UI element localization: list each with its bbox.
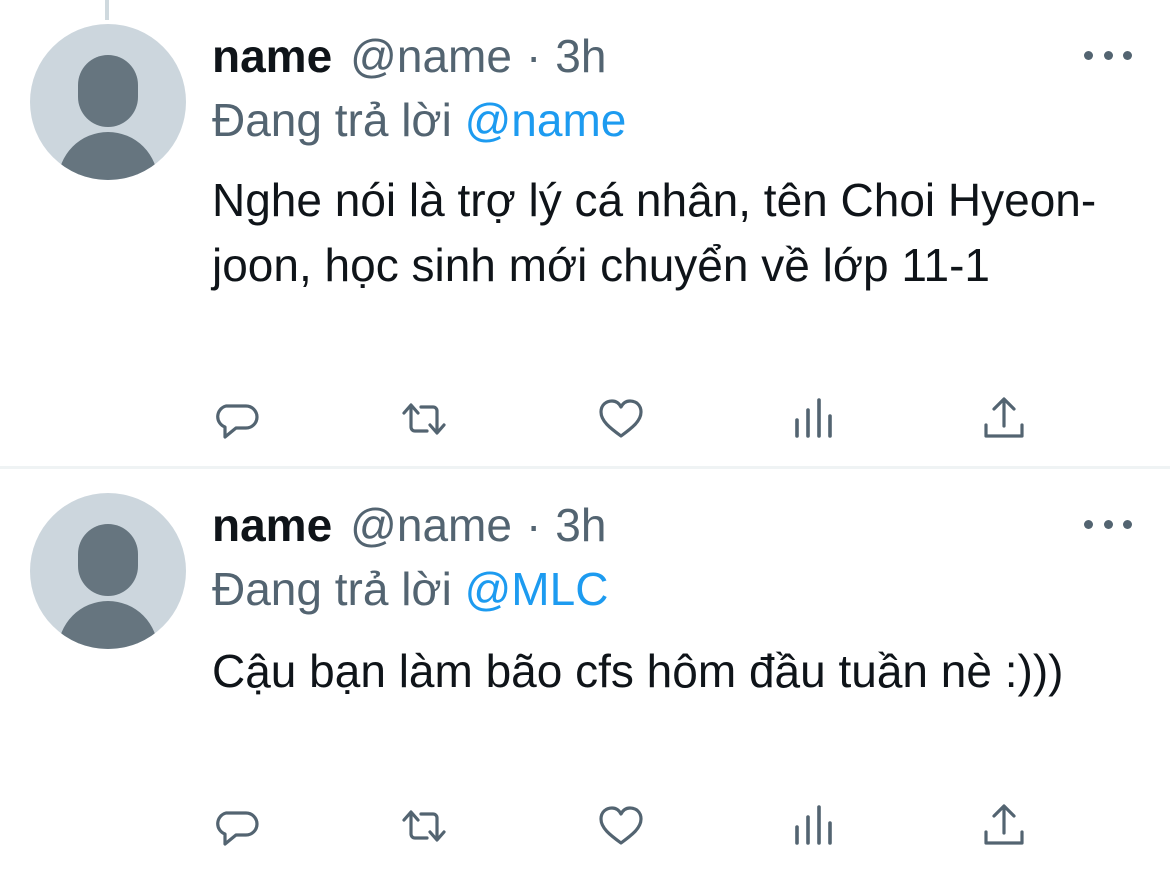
tweet-header: name @name · 3h [212, 28, 606, 84]
avatar-body-shape [58, 601, 158, 649]
share-upload-icon [984, 397, 1024, 438]
retweet-button[interactable] [399, 803, 449, 849]
reply-button[interactable] [212, 803, 262, 849]
analytics-button[interactable] [789, 803, 839, 849]
display-name[interactable]: name [212, 497, 332, 553]
more-dots-icon [1103, 519, 1113, 529]
tweet-text: Nghe nói là trợ lý cá nhân, tên Choi Hye… [212, 174, 1097, 291]
share-button[interactable] [979, 803, 1029, 849]
reply-mention-link[interactable]: @name [465, 94, 627, 146]
replying-to-line: Đang trả lời @name [212, 92, 626, 148]
share-button[interactable] [979, 396, 1029, 442]
tweet-text: Cậu bạn làm bão cfs hôm đầu tuần nè :))) [212, 645, 1064, 697]
more-dots-icon [1084, 519, 1093, 529]
separator-dot: · [525, 499, 542, 551]
analytics-bars-icon [795, 398, 832, 438]
more-options-button[interactable] [1084, 509, 1132, 539]
reply-mention-link[interactable]: @MLC [465, 563, 609, 615]
reply-bubble-icon [216, 404, 259, 439]
replying-to-label: Đang trả lời [212, 563, 452, 615]
more-dots-icon [1123, 519, 1132, 529]
user-handle[interactable]: @name [350, 497, 512, 553]
avatar[interactable] [30, 493, 186, 649]
retweet-icon [402, 403, 446, 435]
display-name[interactable]: name [212, 28, 332, 84]
more-dots-icon [1084, 50, 1093, 60]
tweet-header: name @name · 3h [212, 497, 606, 553]
avatar-head-shape [78, 55, 138, 127]
tweet[interactable]: name @name · 3h Đang trả lời @name Nghe … [0, 0, 1170, 467]
like-button[interactable] [596, 396, 646, 442]
avatar-body-shape [58, 132, 158, 180]
reply-bubble-icon [216, 811, 259, 846]
timestamp[interactable]: 3h [555, 28, 606, 84]
user-handle[interactable]: @name [350, 28, 512, 84]
retweet-icon [402, 810, 446, 842]
separator-dot: · [525, 30, 542, 82]
heart-icon [599, 399, 643, 438]
analytics-bars-icon [795, 805, 832, 845]
more-options-button[interactable] [1084, 40, 1132, 70]
avatar-head-shape [78, 524, 138, 596]
replying-to-label: Đang trả lời [212, 94, 452, 146]
avatar[interactable] [30, 24, 186, 180]
tweet[interactable]: name @name · 3h Đang trả lời @MLC Cậu bạ… [0, 469, 1170, 873]
tweet-actions [212, 396, 1052, 442]
reply-thread: name @name · 3h Đang trả lời @name Nghe … [0, 0, 1170, 873]
timestamp[interactable]: 3h [555, 497, 606, 553]
analytics-button[interactable] [789, 396, 839, 442]
tweet-actions [212, 803, 1052, 849]
more-dots-icon [1103, 50, 1113, 60]
reply-button[interactable] [212, 396, 262, 442]
retweet-button[interactable] [399, 396, 449, 442]
like-button[interactable] [596, 803, 646, 849]
heart-icon [599, 806, 643, 845]
more-dots-icon [1123, 50, 1132, 60]
share-upload-icon [984, 804, 1024, 845]
replying-to-line: Đang trả lời @MLC [212, 561, 608, 617]
